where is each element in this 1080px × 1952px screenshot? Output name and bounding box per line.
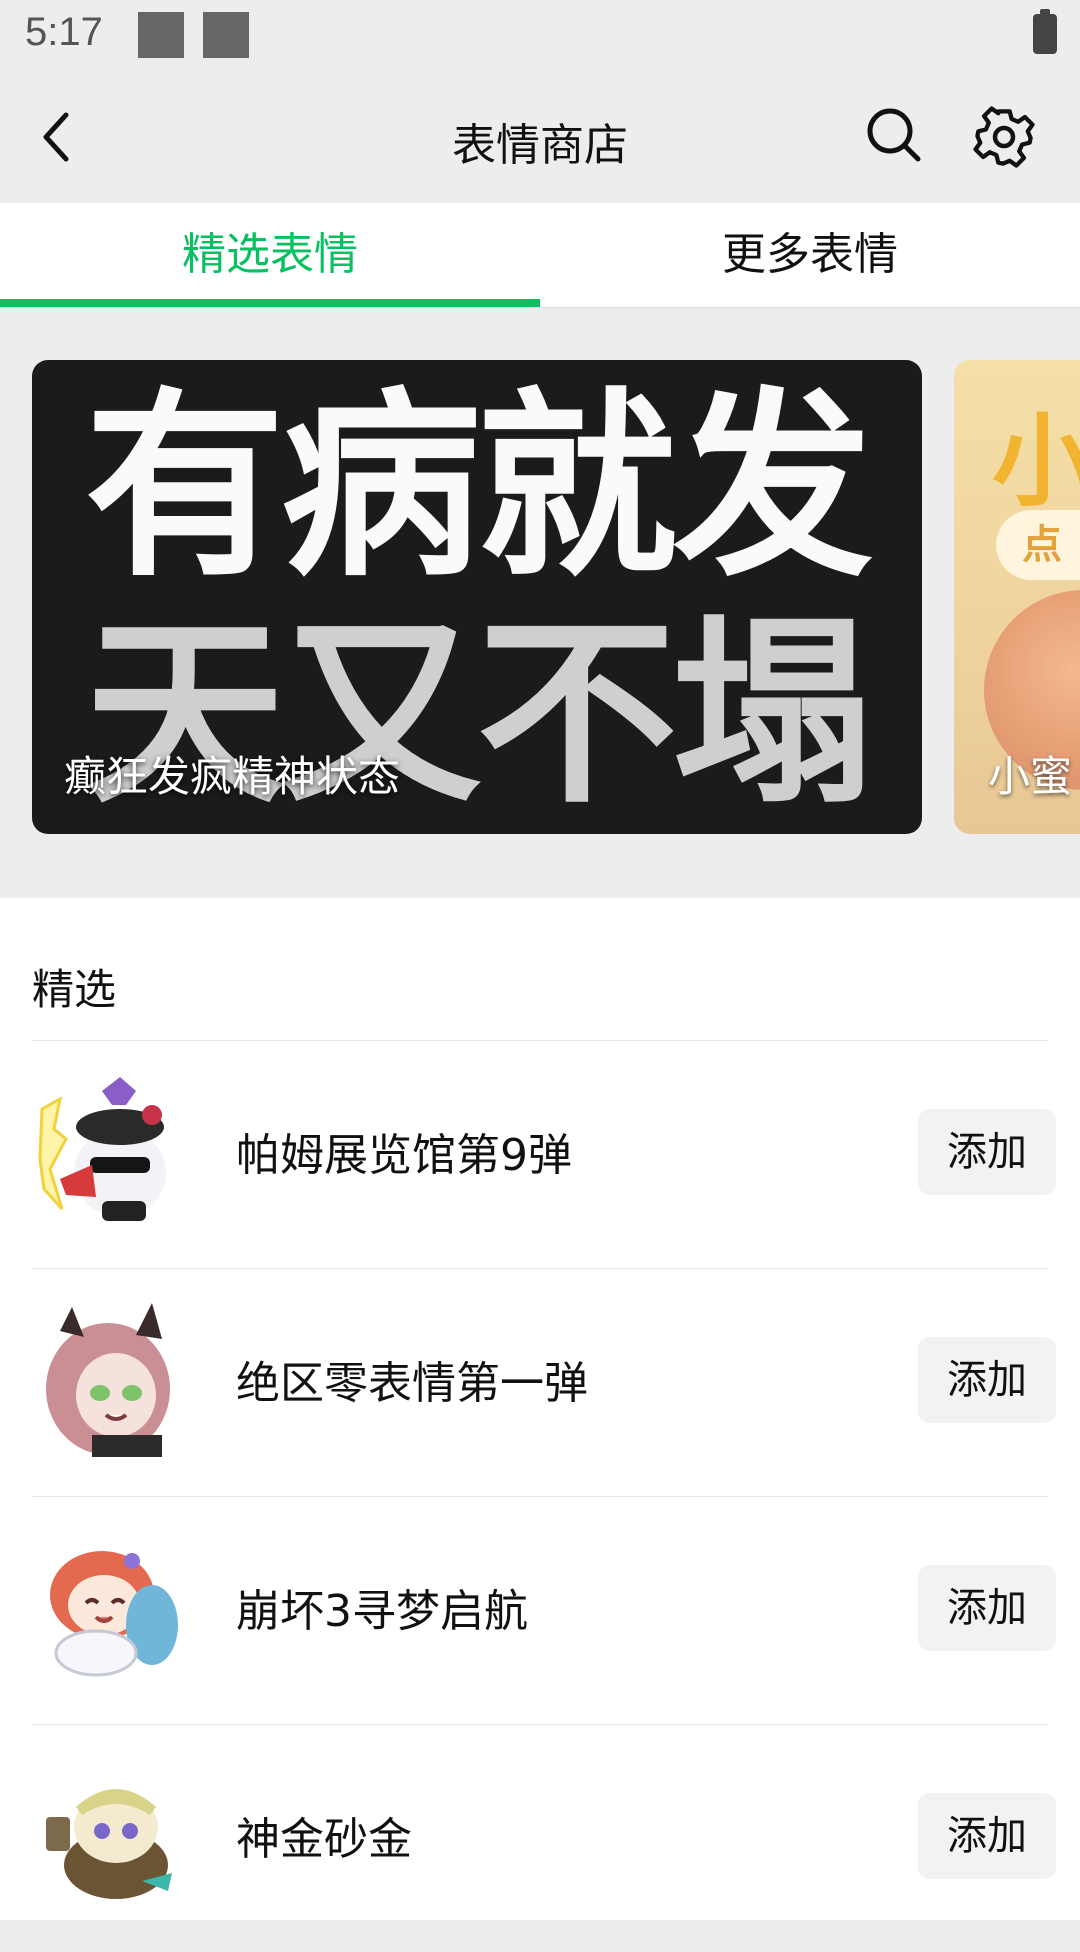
tab-featured-stickers[interactable]: 精选表情 [0,203,540,307]
honkai3-sticker-icon [32,1525,192,1685]
banner-tag: 点 [996,510,1080,580]
banner-caption: 癫狂发疯精神状态 [64,752,401,801]
add-button[interactable]: 添加 [918,1565,1056,1651]
add-button[interactable]: 添加 [918,1109,1056,1195]
list-item[interactable]: 崩坏3寻梦启航 添加 [0,1497,1080,1724]
active-tab-indicator [0,299,540,307]
search-icon [867,108,921,162]
tab-bar: 精选表情 更多表情 [0,203,1080,308]
status-time: 5:17 [25,10,103,54]
item-name: 神金砂金 [236,1814,412,1865]
list-item[interactable]: 绝区零表情第一弹 添加 [0,1269,1080,1496]
notification-icon [203,12,249,58]
banner-caption: 小蜜 [988,752,1073,801]
notification-icon [138,12,184,58]
item-name: 绝区零表情第一弹 [236,1358,588,1409]
status-bar: 5:17 [0,0,1080,75]
add-button[interactable]: 添加 [918,1337,1056,1423]
item-name: 崩坏3寻梦启航 [236,1586,528,1637]
section-title: 精选 [32,965,117,1014]
aventurine-sticker-icon [32,1753,192,1913]
list-item[interactable]: 神金砂金 添加 [0,1725,1080,1952]
tab-more-stickers[interactable]: 更多表情 [540,203,1080,307]
zzz-sticker-icon [32,1297,192,1457]
banner-carousel[interactable]: 有病就发 天又不塌 癫狂发疯精神状态 小 点 小蜜 [0,308,1080,898]
battery-icon [1033,9,1057,54]
banner-card[interactable]: 小 点 小蜜 [954,360,1080,834]
banner-headline: 有病就发 [84,371,873,604]
featured-list: 精选 帕姆展览馆第9弹 添加 绝区零表情第一弹 添加 崩坏3寻梦启航 添加 神金… [0,898,1080,1920]
banner-headline: 小 [992,403,1080,520]
search-button[interactable] [862,103,926,167]
settings-button[interactable] [970,103,1038,171]
item-name: 帕姆展览馆第9弹 [236,1130,572,1181]
gear-icon [973,106,1035,168]
pam-sticker-icon [32,1069,192,1229]
list-item[interactable]: 帕姆展览馆第9弹 添加 [0,1041,1080,1268]
add-button[interactable]: 添加 [918,1793,1056,1879]
title-bar: 表情商店 [0,75,1080,203]
banner-card[interactable]: 有病就发 天又不塌 癫狂发疯精神状态 [32,360,922,834]
